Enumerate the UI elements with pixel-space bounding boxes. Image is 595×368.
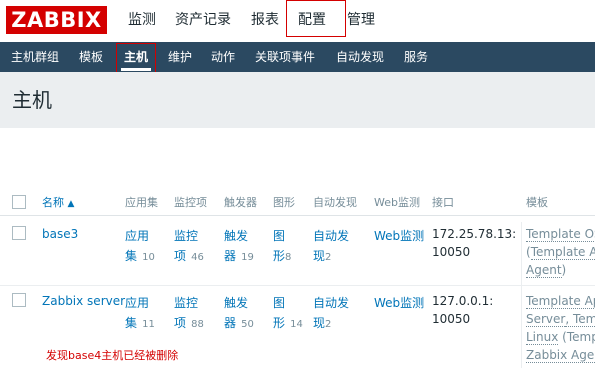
applications-link[interactable]: 应用 [125,227,149,244]
template-parent-line: (Template Ap [526,245,595,260]
applications-link[interactable]: 应用 [125,294,149,311]
row-checkbox-base3[interactable] [12,226,26,240]
row-checkbox-zabbix-server[interactable] [12,293,26,307]
page-header [0,72,595,128]
discovery-link-cont[interactable]: 现2 [313,312,331,331]
template-link[interactable]: Template OS [526,227,595,242]
sub-nav-maintenance[interactable]: 维护 [168,42,192,72]
paren-open: ( [526,245,531,259]
triggers-count: 50 [241,319,254,330]
interface-address: 172.25.78.13: [432,227,517,241]
interface-port: 10050 [432,245,471,259]
applications-link-cont[interactable]: 集 10 [125,245,155,264]
sub-nav-actions[interactable]: 动作 [211,42,235,72]
host-name-link[interactable]: base3 [42,227,78,241]
triggers-link-cont[interactable]: 器 50 [224,312,254,331]
row-divider [0,285,595,286]
sub-nav-host-groups[interactable]: 主机群组 [11,42,59,72]
web-link[interactable]: Web监测 [374,294,424,311]
graphs-link[interactable]: 图 [273,294,285,311]
applications-count: 10 [142,252,155,263]
parent-template-link[interactable]: Template Ap [530,245,595,260]
items-count: 88 [191,319,204,330]
interface-port: 10050 [432,312,471,326]
triggers-count: 19 [241,252,254,263]
graphs-link[interactable]: 图 [273,227,285,244]
template-link-2[interactable]: , Temp [565,312,595,327]
graphs-label: 形 [273,316,286,330]
items-link-cont[interactable]: 项 88 [174,312,204,331]
column-header-triggers: 触发器 [224,196,257,209]
column-header-applications: 应用集 [125,196,158,209]
triggers-link[interactable]: 触发 [224,294,248,311]
template-line: Server, Temp [526,312,595,327]
column-header-name-label: 名称 [42,196,64,209]
template-parent-line-cont: Agent) [526,263,567,278]
graphs-count: 14 [290,319,303,330]
items-count: 46 [191,252,204,263]
zabbix-logo[interactable]: ZABBIX [6,6,107,34]
host-name-link[interactable]: Zabbix server [42,294,125,308]
sub-nav-services[interactable]: 服务 [404,42,428,72]
graphs-link-cont[interactable]: 形 14 [273,312,303,331]
column-header-web: Web监测 [374,196,420,209]
column-header-discovery: 自动发现 [313,196,357,209]
applications-label: 集 [125,316,138,330]
graphs-label: 形 [273,249,286,263]
template-link[interactable]: Template Ap [526,294,595,309]
column-header-interface: 接口 [432,196,454,209]
discovery-count: 2 [325,252,332,263]
page-title: 主机 [12,88,52,112]
select-all-checkbox[interactable] [12,195,26,209]
triggers-link[interactable]: 触发 [224,227,248,244]
applications-label: 集 [125,249,138,263]
items-link-cont[interactable]: 项 46 [174,245,204,264]
template-link-2-cont[interactable]: Linux [526,330,559,345]
sub-nav-discovery[interactable]: 自动发现 [336,42,384,72]
sub-nav-correlation[interactable]: 关联项事件 [255,42,315,72]
annotation-note: 发现base4主机已经被删除 [46,349,179,362]
discovery-link[interactable]: 自动发 [313,227,349,244]
triggers-label: 器 [224,316,237,330]
discovery-link-cont[interactable]: 现2 [313,245,331,264]
template-line-2: Linux (Temp [526,330,595,345]
column-header-graphs: 图形 [273,196,295,209]
discovery-label: 现 [313,249,326,263]
template-agent-link[interactable]: Zabbix Agent [526,348,595,363]
sub-nav-templates[interactable]: 模板 [79,42,103,72]
top-menu-monitoring[interactable]: 监测 [128,0,156,40]
items-link[interactable]: 监控 [174,227,198,244]
discovery-label: 现 [313,316,326,330]
applications-link-cont[interactable]: 集 11 [125,312,155,331]
triggers-label: 器 [224,249,237,263]
discovery-count: 2 [325,319,332,330]
top-menu-administration[interactable]: 管理 [347,0,375,40]
web-link[interactable]: Web监测 [374,227,424,244]
items-label: 项 [174,249,187,263]
column-header-items: 监控项 [174,196,207,209]
graphs-link-cont[interactable]: 形8 [273,245,291,264]
items-link[interactable]: 监控 [174,294,198,311]
header-divider [0,215,595,216]
items-label: 项 [174,316,187,330]
applications-count: 11 [142,319,155,330]
top-menu-inventory[interactable]: 资产记录 [175,0,231,40]
column-header-name[interactable]: 名称 ▲ [42,194,74,210]
parent-template-link-cont[interactable]: Agent [526,263,562,278]
highlight-box-configuration [286,0,346,37]
sort-asc-icon: ▲ [67,199,75,209]
column-header-templates: 模板 [526,196,548,209]
template-parent-start: (Temp [558,330,595,344]
top-menu-reports[interactable]: 报表 [251,0,279,40]
triggers-link-cont[interactable]: 器 19 [224,245,254,264]
graphs-count: 8 [285,252,292,263]
interface-address: 127.0.0.1: [432,294,494,308]
templates-column-divider [521,222,522,368]
paren-close: ) [561,263,567,277]
discovery-link[interactable]: 自动发 [313,294,349,311]
template-link-cont[interactable]: Server [526,312,566,327]
